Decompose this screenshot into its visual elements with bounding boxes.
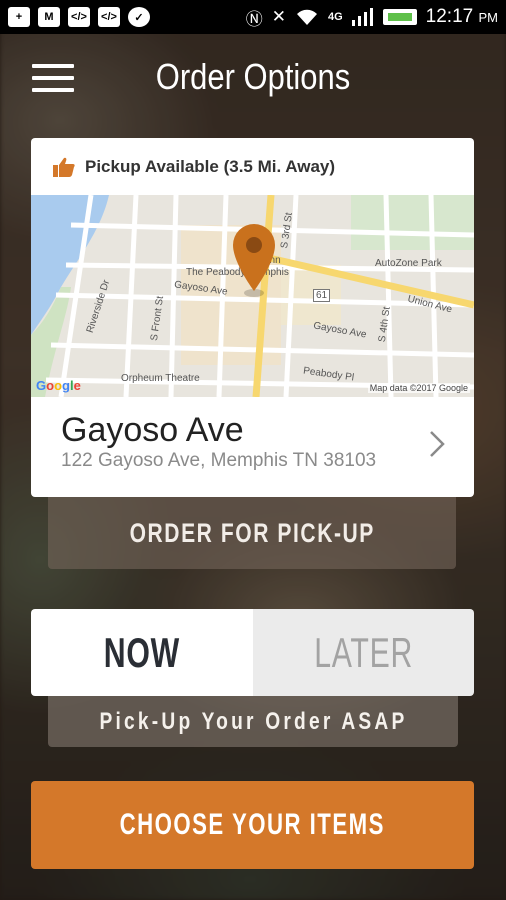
wifi-icon <box>296 9 317 25</box>
toggle-later[interactable]: LATER <box>252 609 474 696</box>
pickup-availability: Pickup Available (3.5 Mi. Away) <box>31 138 474 195</box>
location-address: 122 Gayoso Ave, Memphis TN 38103 <box>61 450 377 471</box>
toggle-now[interactable]: NOW <box>31 609 253 696</box>
location-details[interactable]: Gayoso Ave 122 Gayoso Ave, Memphis TN 38… <box>31 397 474 497</box>
choose-your-items-label: CHOOSE YOUR ITEMS <box>119 808 386 841</box>
code-icon: </> <box>98 7 120 27</box>
route-shield: 61 <box>313 289 331 302</box>
choose-your-items-button[interactable]: CHOOSE YOUR ITEMS <box>31 781 474 869</box>
code-icon: </> <box>68 7 90 27</box>
asap-banner-text: Pick-Up Your Order ASAP <box>99 707 407 735</box>
thumbs-up-icon <box>53 157 75 177</box>
google-logo: Google <box>36 378 81 393</box>
pickup-availability-text: Pickup Available (3.5 Mi. Away) <box>85 156 336 176</box>
plus-icon: + <box>8 7 30 27</box>
chevron-right-icon <box>430 431 445 457</box>
status-bar: + M </> </> ✓ Ⓝ ✕ 4G 12:17 PM <box>0 0 506 34</box>
page-title: Order Options <box>155 56 351 97</box>
map-label-autozone: AutoZone Park <box>375 258 442 269</box>
order-time-toggle: NOW LATER <box>31 609 474 696</box>
location-name: Gayoso Ave <box>61 411 244 449</box>
gmail-icon: M <box>38 7 60 27</box>
location-card: Pickup Available (3.5 Mi. Away) The Peab… <box>31 138 474 497</box>
battery-icon <box>382 9 417 25</box>
store-map[interactable]: The Peabody Memphis AutoZone Park Union … <box>31 195 474 397</box>
signal-icon <box>351 8 373 26</box>
clock: 12:17 PM <box>425 6 498 27</box>
nfc-icon: Ⓝ <box>245 9 263 29</box>
asap-banner: Pick-Up Your Order ASAP <box>48 696 458 747</box>
chat-icon: ✓ <box>128 7 150 27</box>
toggle-now-label: NOW <box>103 628 180 676</box>
map-credit: Map data ©2017 Google <box>367 383 470 393</box>
vibrate-icon: ✕ <box>271 7 286 26</box>
location-pin-icon <box>233 224 275 297</box>
app-header: Order Options <box>0 34 506 118</box>
toggle-later-label: LATER <box>313 628 413 676</box>
map-label-orpheum: Orpheum Theatre <box>121 373 200 384</box>
network-type: 4G <box>327 11 343 23</box>
order-for-pickup-label: ORDER FOR PICK-UP <box>129 517 375 548</box>
order-for-pickup-button[interactable]: ORDER FOR PICK-UP <box>48 497 456 569</box>
